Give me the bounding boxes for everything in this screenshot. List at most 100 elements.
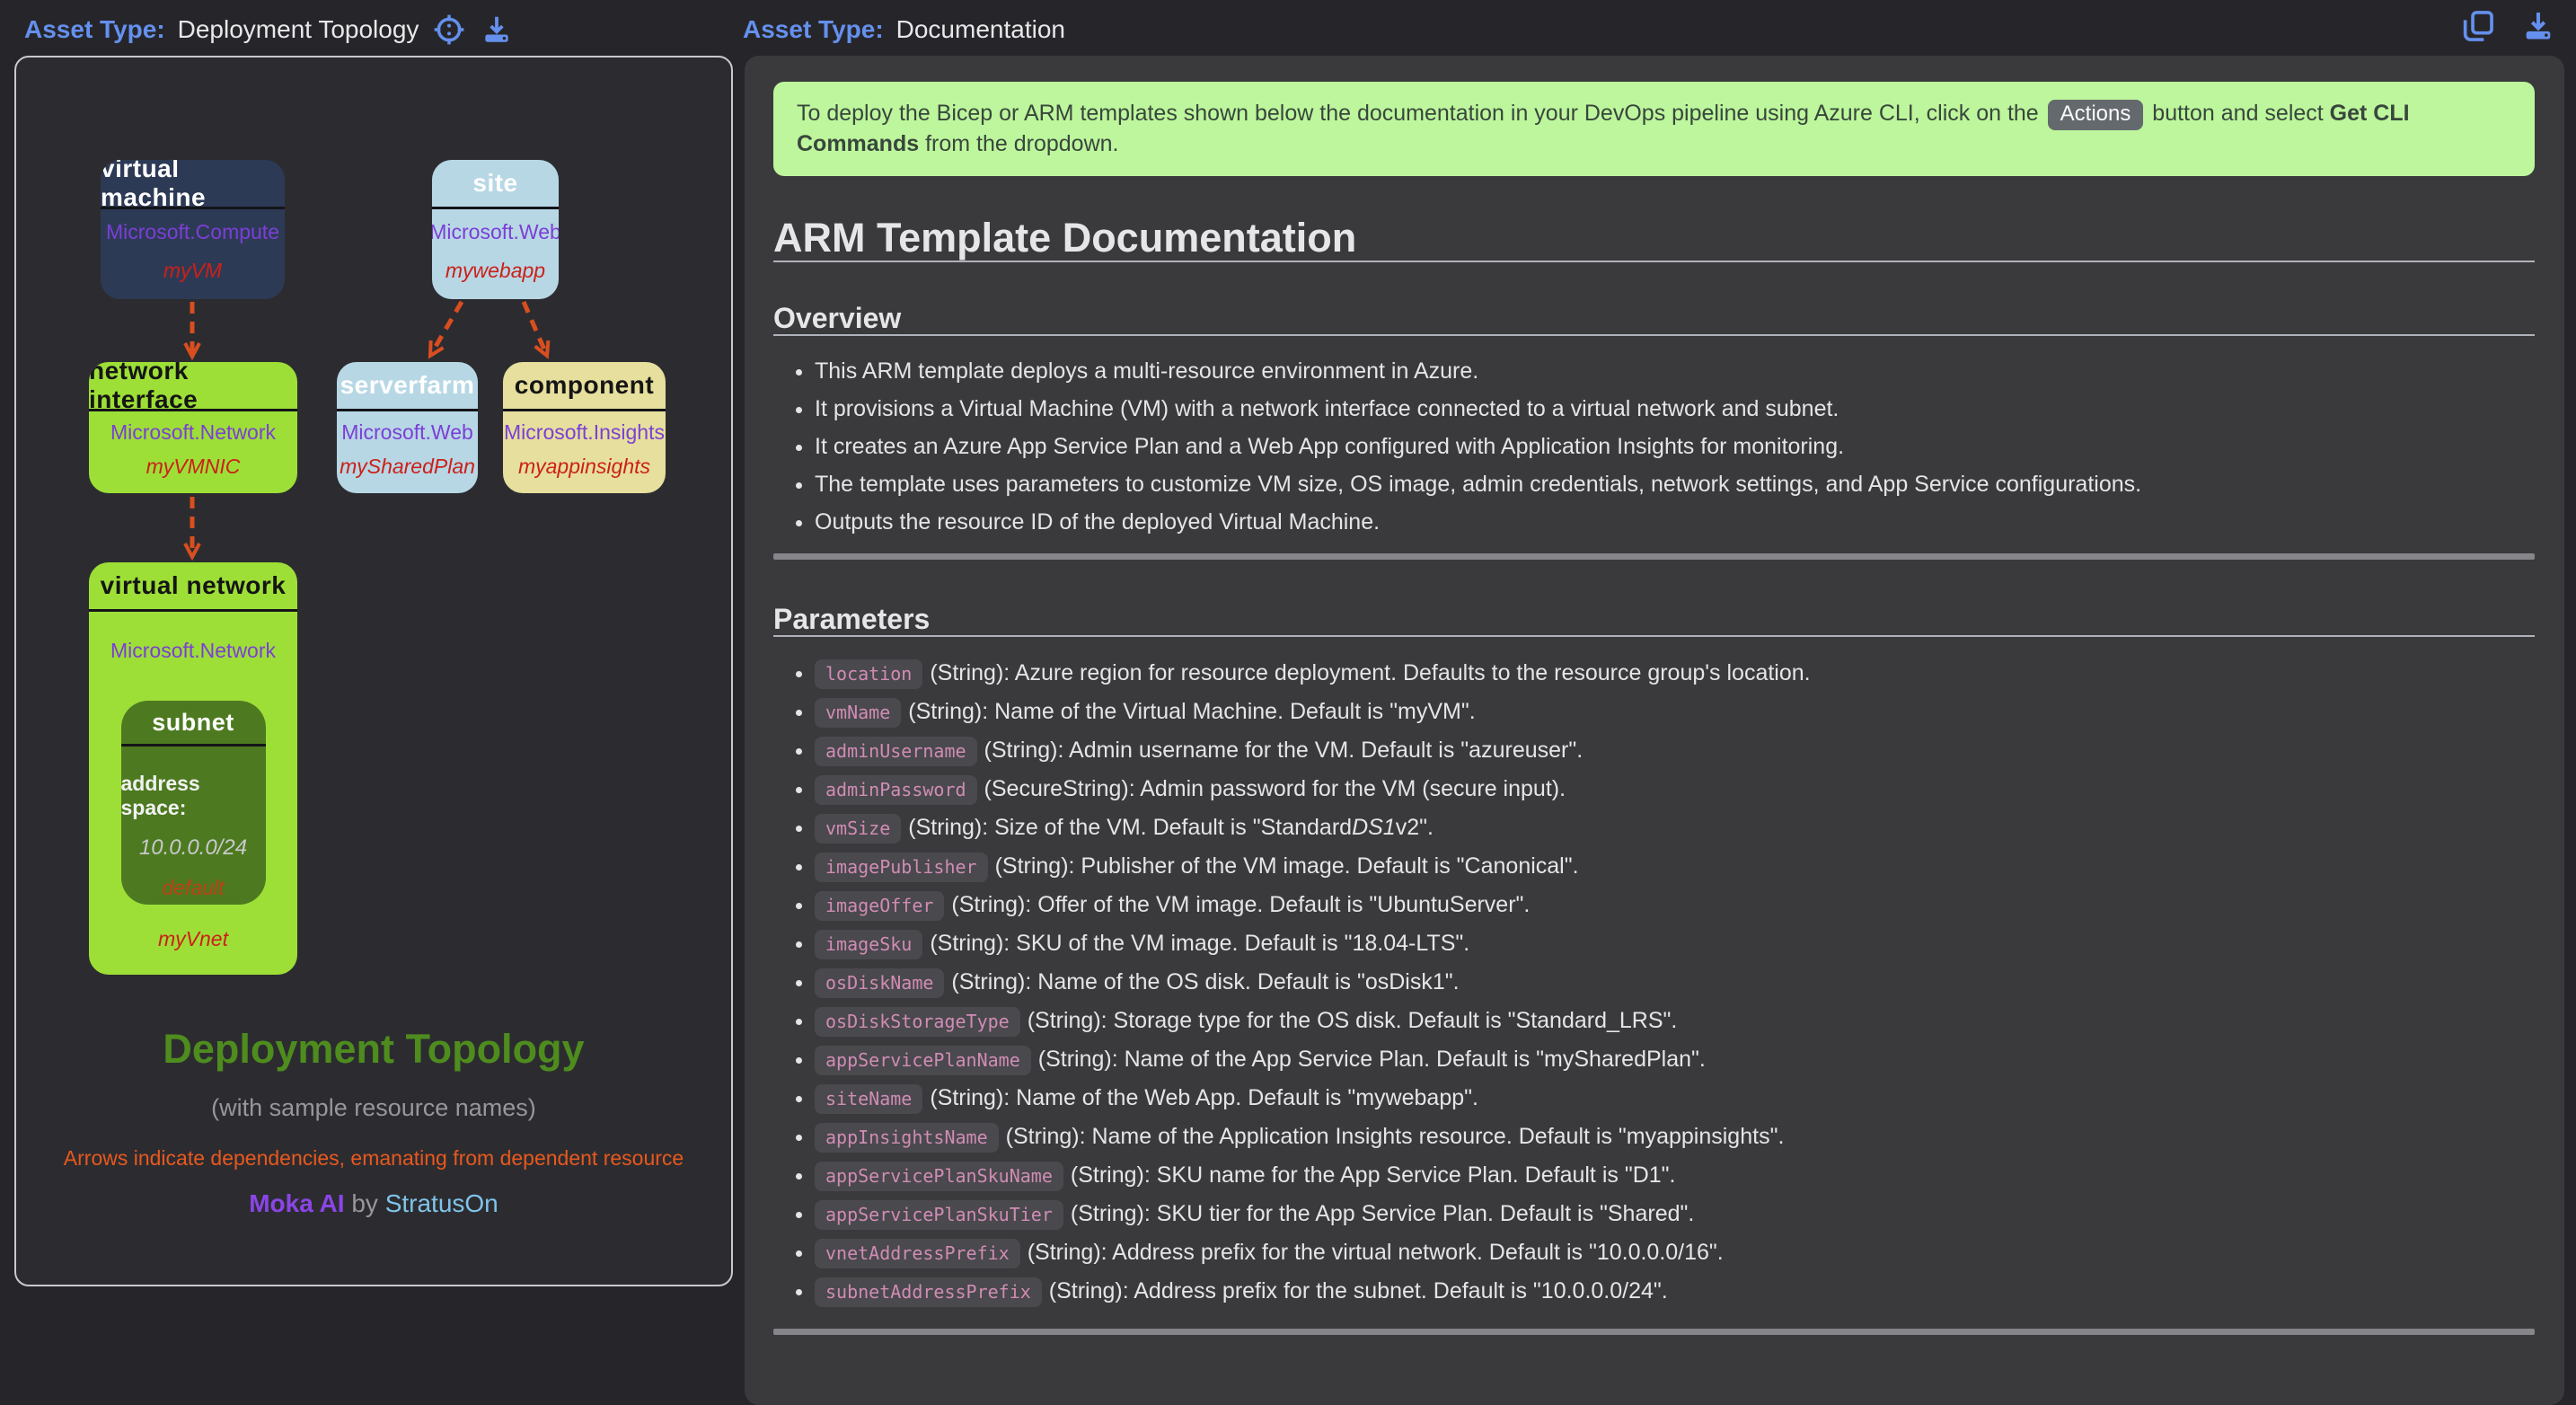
subnet-cidr: 10.0.0.0/24	[139, 835, 247, 861]
parameter-description: (String): Publisher of the VM image. Def…	[995, 853, 1579, 879]
parameter-code-badge: imageSku	[815, 930, 922, 959]
parameter-item: vmSize (String): Size of the VM. Default …	[815, 813, 2535, 844]
download-doc-icon[interactable]	[2520, 8, 2556, 44]
overview-bullet: It creates an Azure App Service Plan and…	[815, 433, 2535, 460]
parameter-item: imagePublisher (String): Publisher of the…	[815, 852, 2535, 882]
address-space-label: address space:	[121, 772, 266, 820]
left-panel-header: Asset Type: Deployment Topology	[24, 12, 514, 48]
parameter-description: (String): Address prefix for the subnet.…	[1049, 1278, 1668, 1303]
parameter-item: adminPassword (SecureString): Admin passw…	[815, 774, 2535, 805]
node-body: Microsoft.Insights myappinsights	[503, 411, 666, 493]
parameter-description: (String): Name of the OS disk. Default i…	[951, 969, 1459, 994]
callout-text: To deploy the Bicep or ARM templates sho…	[797, 101, 2410, 156]
node-resource-name: myVM	[163, 259, 222, 283]
parameter-description: (String): Name of the Virtual Machine. D…	[908, 699, 1475, 724]
parameter-item: osDiskName(String): Name of the OS disk.…	[815, 968, 2535, 998]
app-root: Asset Type: Deployment Topology Asset Ty…	[0, 0, 2576, 1405]
parameters-heading: Parameters	[773, 603, 2535, 635]
right-panel-header: Asset Type: Documentation	[743, 12, 1065, 48]
parameter-description: (String): Storage type for the OS disk. …	[1028, 1008, 1678, 1033]
parameter-code-badge: imagePublisher	[815, 853, 988, 882]
node-title: virtual network	[89, 562, 297, 609]
node-title: subnet	[121, 701, 266, 744]
node-body: Microsoft.Web mySharedPlan	[337, 411, 478, 493]
parameter-code-badge: vmSize	[815, 814, 901, 844]
node-network-interface: network interface Microsoft.Network myVM…	[89, 362, 297, 493]
node-subnet: subnet address space: 10.0.0.0/24 defaul…	[121, 701, 266, 905]
parameter-code-badge: osDiskStorageType	[815, 1007, 1020, 1037]
parameter-description: (String): SKU tier for the App Service P…	[1071, 1201, 1694, 1226]
deploy-tip-callout: To deploy the Bicep or ARM templates sho…	[773, 82, 2535, 176]
topology-credit: Moka AI by StratusOn	[16, 1189, 731, 1218]
node-resource-name: mySharedPlan	[340, 455, 475, 479]
parameter-description: (String): Offer of the VM image. Default…	[951, 892, 1530, 917]
section-separator	[773, 553, 2535, 560]
documentation-panel[interactable]: To deploy the Bicep or ARM templates sho…	[745, 56, 2564, 1405]
parameter-item: imageSku (String): SKU of the VM image. D…	[815, 929, 2535, 959]
topology-title: Deployment Topology	[16, 1026, 731, 1073]
parameter-item: adminUsername(String): Admin username fo…	[815, 736, 2535, 766]
overview-bullet: The template uses parameters to customiz…	[815, 471, 2535, 498]
overview-bullet: It provisions a Virtual Machine (VM) wit…	[815, 395, 2535, 422]
parameter-description: (String): Admin username for the VM. Def…	[984, 738, 1584, 763]
parameter-code-badge: subnetAddressPrefix	[815, 1277, 1042, 1307]
parameters-list: location (String): Azure region for resou…	[773, 658, 2535, 1307]
overview-bullet: Outputs the resource ID of the deployed …	[815, 508, 2535, 535]
parameter-code-badge: appInsightsName	[815, 1123, 999, 1153]
parameter-description: (String): Address prefix for the virtual…	[1028, 1240, 1724, 1265]
doc-toolbar	[2459, 7, 2556, 45]
node-resource-name: myVMNIC	[146, 455, 241, 479]
node-resource-type: Microsoft.Network	[110, 420, 276, 445]
node-title: component	[503, 362, 666, 409]
asset-type-value-right: Documentation	[896, 15, 1065, 44]
node-body: Microsoft.Compute myVM	[101, 209, 285, 299]
parameter-item: subnetAddressPrefix (String): Address pre…	[815, 1277, 2535, 1307]
node-body: Microsoft.Network subnet address space: …	[89, 612, 297, 975]
actions-button-badge: Actions	[2048, 100, 2144, 130]
parameter-description: (String): Name of the App Service Plan. …	[1038, 1047, 1706, 1072]
node-body: Microsoft.Web mywebapp	[432, 209, 559, 299]
parameter-description: (String): Size of the VM. Default is "St…	[908, 815, 1352, 840]
node-serverfarm: serverfarm Microsoft.Web mySharedPlan	[337, 362, 478, 493]
parameter-code-badge: vnetAddressPrefix	[815, 1239, 1020, 1268]
download-topology-icon[interactable]	[480, 13, 514, 47]
topology-arrows-note: Arrows indicate dependencies, emanating …	[16, 1146, 731, 1171]
node-site: site Microsoft.Web mywebapp	[432, 160, 559, 299]
node-title: site	[432, 160, 559, 207]
node-virtual-network: virtual network Microsoft.Network subnet…	[89, 562, 297, 975]
parameter-item: appServicePlanName(String): Name of the …	[815, 1045, 2535, 1075]
parameter-code-badge: imageOffer	[815, 891, 944, 921]
subnet-body: address space: 10.0.0.0/24 default	[121, 747, 266, 905]
node-title: network interface	[89, 362, 297, 409]
node-resource-type: Microsoft.Network	[110, 639, 276, 663]
subnet-name: default	[162, 876, 224, 900]
parameter-code-badge: location	[815, 659, 922, 689]
credit-by: by	[345, 1189, 385, 1217]
node-resource-type: Microsoft.Web	[432, 220, 559, 244]
parameter-description: (String): Name of the Web App. Default i…	[930, 1085, 1478, 1110]
parameter-description: (String): Azure region for resource depl…	[930, 660, 1810, 685]
parameter-code-badge: appServicePlanSkuTier	[815, 1200, 1063, 1230]
node-resource-type: Microsoft.Compute	[106, 220, 279, 244]
target-icon[interactable]	[431, 12, 467, 48]
asset-type-label-left: Asset Type:	[24, 15, 165, 44]
parameter-item: location (String): Azure region for resou…	[815, 658, 2535, 689]
asset-type-label-right: Asset Type:	[743, 15, 884, 44]
overview-list: This ARM template deploys a multi-resour…	[773, 358, 2535, 535]
copy-icon[interactable]	[2459, 7, 2497, 45]
credit-company: StratusOn	[385, 1189, 498, 1217]
parameter-description: v2".	[1396, 815, 1434, 840]
overview-divider	[773, 334, 2535, 336]
overview-heading: Overview	[773, 302, 2535, 334]
parameter-item: siteName(String): Name of the Web App. D…	[815, 1083, 2535, 1114]
credit-brand: Moka AI	[249, 1189, 344, 1217]
parameter-item: appInsightsName(String): Name of the App…	[815, 1122, 2535, 1153]
callout-segment: To deploy the Bicep or ARM templates sho…	[797, 101, 2045, 126]
parameter-description: (String): SKU name for the App Service P…	[1071, 1162, 1676, 1188]
parameter-description: (String): SKU of the VM image. Default i…	[930, 931, 1469, 956]
parameter-description: (SecureString): Admin password for the V…	[984, 776, 1566, 801]
section-separator	[773, 1329, 2535, 1335]
parameter-code-badge: adminPassword	[815, 775, 977, 805]
parameter-code-badge: vmName	[815, 698, 901, 728]
node-resource-name: mywebapp	[446, 259, 545, 283]
